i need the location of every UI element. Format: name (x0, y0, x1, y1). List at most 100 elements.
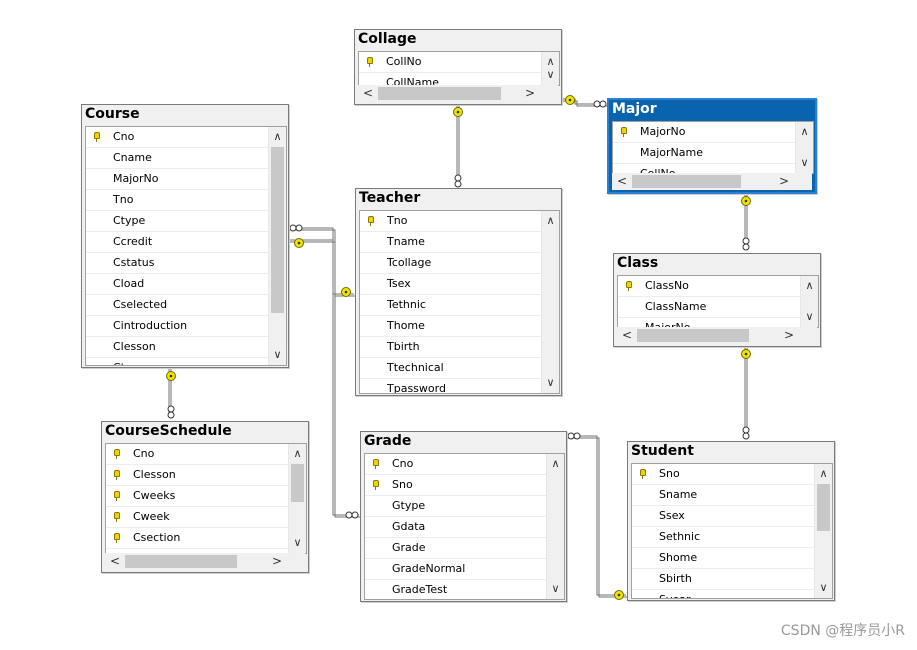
column-row[interactable]: Ttechnical (360, 358, 542, 379)
scroll-down-icon[interactable]: ∨ (289, 535, 306, 551)
column-list: ClassNoClassNameMajorNo (618, 276, 801, 327)
column-row[interactable]: Tsex (360, 274, 542, 295)
column-row[interactable]: Cstatus (86, 253, 269, 274)
column-row[interactable]: Clesson (106, 465, 289, 486)
scrollbar-thumb[interactable] (637, 329, 749, 342)
column-row[interactable]: Thome (360, 316, 542, 337)
vertical-scrollbar[interactable]: ∧ ∨ (541, 52, 559, 85)
column-row[interactable]: Ctype (86, 211, 269, 232)
vertical-scrollbar[interactable]: ∧ ∨ (800, 276, 818, 327)
scroll-right-icon[interactable]: > (522, 85, 538, 102)
column-row[interactable]: GradeNormal (365, 559, 547, 580)
column-row[interactable]: Tethnic (360, 295, 542, 316)
column-row[interactable]: MajorNo (613, 122, 796, 143)
column-row[interactable]: Tcollage (360, 253, 542, 274)
key-connector-dot (617, 593, 621, 597)
scrollbar-thumb[interactable] (632, 175, 741, 188)
scroll-up-icon[interactable]: ∧ (815, 466, 832, 482)
column-row[interactable]: Ccredit (86, 232, 269, 253)
column-row[interactable]: Sethnic (632, 527, 815, 548)
column-row[interactable]: Tbirth (360, 337, 542, 358)
scroll-down-icon[interactable]: ∨ (542, 375, 559, 391)
scrollbar-thumb[interactable] (378, 87, 501, 100)
column-row[interactable]: MajorName (613, 143, 796, 164)
column-row[interactable]: ClassNo (618, 276, 801, 297)
scroll-right-icon[interactable]: > (776, 173, 792, 190)
column-row[interactable]: Cselected (86, 295, 269, 316)
scroll-down-icon[interactable]: ∨ (815, 580, 832, 596)
column-row[interactable]: CollNo (613, 164, 796, 173)
column-row[interactable]: Cweeks (106, 486, 289, 507)
column-row[interactable]: Gtype (365, 496, 547, 517)
column-row[interactable]: Cno (86, 127, 269, 148)
scroll-right-icon[interactable]: > (781, 327, 797, 344)
vertical-scrollbar[interactable]: ∧ ∨ (541, 211, 559, 393)
scroll-up-icon[interactable]: ∧ (289, 446, 306, 462)
table-course[interactable]: Course Cno Cname MajorNo Tno Ctype Ccredit Cst… (81, 104, 289, 368)
column-row[interactable]: Tpassword (360, 379, 542, 393)
column-row[interactable]: Csection (106, 528, 289, 549)
table-student[interactable]: Student SnoSnameSsexSethnicShomeSbirthSy… (627, 441, 835, 601)
column-row[interactable]: Cintroduction (86, 316, 269, 337)
column-row[interactable]: Syear (632, 590, 815, 598)
scrollbar-thumb[interactable] (817, 484, 830, 531)
column-row[interactable]: Cno (106, 444, 289, 465)
vertical-scrollbar[interactable]: ∧ ∨ (268, 127, 286, 365)
scroll-left-icon[interactable]: < (614, 173, 630, 190)
table-courseschedule[interactable]: CourseSchedule Cno Clesson Cweeks Cweek Csec… (101, 421, 309, 573)
scroll-up-icon[interactable]: ∧ (801, 278, 818, 294)
column-row[interactable]: Cweek (106, 507, 289, 528)
table-teacher[interactable]: Teacher Tno Tname Tcollage Tsex Tethnic Thome… (355, 188, 562, 396)
column-row[interactable]: ClassName (618, 297, 801, 318)
table-grade[interactable]: Grade Cno Sno Gtype Gdata Grade GradeNormal Gr… (360, 431, 567, 602)
column-row[interactable]: MajorNo (618, 318, 801, 327)
column-row[interactable]: Sname (632, 485, 815, 506)
scroll-up-icon[interactable]: ∧ (796, 124, 813, 140)
column-row[interactable]: Cno (365, 454, 547, 475)
column-row[interactable]: Sno (632, 464, 815, 485)
column-row[interactable]: Cname (86, 148, 269, 169)
table-major[interactable]: Major MajorNoMajorNameCollNo∧∨<> (607, 98, 817, 194)
scroll-left-icon[interactable]: < (360, 85, 376, 102)
scroll-up-icon[interactable]: ∧ (547, 456, 564, 472)
vertical-scrollbar[interactable]: ∧ ∨ (795, 122, 813, 173)
horizontal-scrollbar[interactable]: < > (105, 553, 305, 570)
table-collage[interactable]: Collage CollNo CollName ∧ ∨ < > (354, 29, 562, 105)
column-row[interactable]: Tno (86, 190, 269, 211)
scroll-left-icon[interactable]: < (107, 553, 123, 570)
column-row[interactable]: Tname (360, 232, 542, 253)
vertical-scrollbar[interactable]: ∧ ∨ (814, 464, 832, 598)
table-class[interactable]: Class ClassNoClassNameMajorNo∧∨<> (613, 253, 821, 347)
column-row[interactable]: Grade (365, 538, 547, 559)
scroll-right-icon[interactable]: > (269, 553, 285, 570)
column-row[interactable]: MajorNo (86, 169, 269, 190)
scroll-down-icon[interactable]: ∨ (801, 309, 818, 325)
column-row[interactable]: CollNo (359, 52, 542, 73)
scroll-down-icon[interactable]: ∨ (542, 67, 559, 83)
scroll-down-icon[interactable]: ∨ (547, 581, 564, 597)
scroll-left-icon[interactable]: < (619, 327, 635, 344)
scroll-down-icon[interactable]: ∨ (269, 347, 286, 363)
scrollbar-thumb[interactable] (125, 555, 237, 568)
scrollbar-thumb[interactable] (291, 464, 304, 502)
column-row[interactable]: Tno (360, 211, 542, 232)
column-row[interactable]: CollName (359, 73, 542, 85)
column-row[interactable]: Sno (365, 475, 547, 496)
column-row[interactable]: Ssex (632, 506, 815, 527)
column-row[interactable]: GradeTest (365, 580, 547, 599)
vertical-scrollbar[interactable]: ∧ ∨ (546, 454, 564, 599)
horizontal-scrollbar[interactable]: < > (358, 85, 558, 102)
column-row[interactable]: Sbirth (632, 569, 815, 590)
horizontal-scrollbar[interactable]: < > (617, 327, 817, 344)
column-row[interactable]: Clesson (86, 337, 269, 358)
column-row[interactable]: Cterm (86, 358, 269, 365)
column-row[interactable]: Gdata (365, 517, 547, 538)
scroll-down-icon[interactable]: ∨ (796, 155, 813, 171)
scroll-up-icon[interactable]: ∧ (542, 213, 559, 229)
scrollbar-thumb[interactable] (271, 147, 284, 313)
horizontal-scrollbar[interactable]: < > (612, 173, 812, 190)
vertical-scrollbar[interactable]: ∧ ∨ (288, 444, 306, 553)
scroll-up-icon[interactable]: ∧ (269, 129, 286, 145)
column-row[interactable]: Cload (86, 274, 269, 295)
column-row[interactable]: Shome (632, 548, 815, 569)
